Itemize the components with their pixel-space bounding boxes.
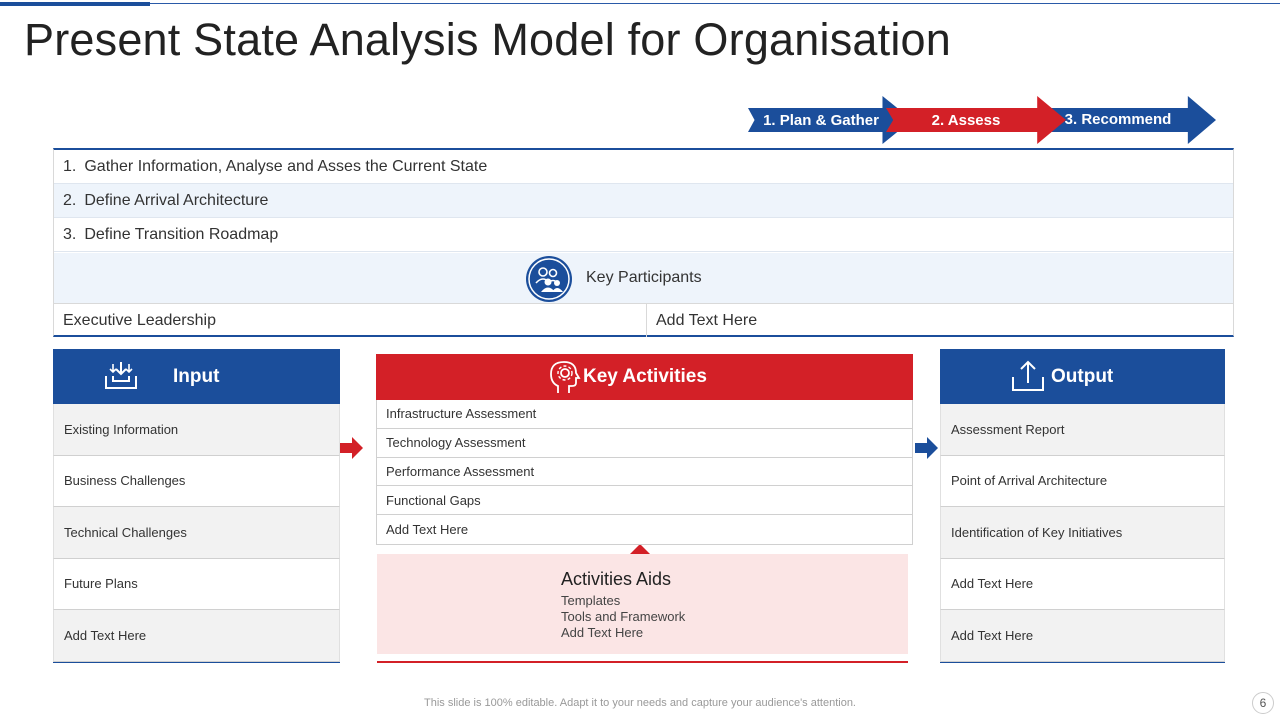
scope-row: 1. Gather Information, Analyse and Asses… bbox=[54, 150, 1233, 184]
inbox-download-icon bbox=[103, 360, 139, 397]
input-list: Existing Information Business Challenges… bbox=[53, 404, 340, 662]
key-activities-heading: Key Activities bbox=[583, 366, 707, 387]
output-header: Output bbox=[940, 349, 1225, 404]
list-item: Technical Challenges bbox=[53, 507, 340, 559]
key-activities-header: Key Activities bbox=[376, 354, 913, 400]
scope-row-text: Define Transition Roadmap bbox=[84, 225, 279, 243]
activities-aids-box: Activities Aids Templates Tools and Fram… bbox=[377, 554, 908, 654]
list-item: Assessment Report bbox=[940, 404, 1225, 456]
list-item: Technology Assessment bbox=[377, 429, 912, 458]
aids-underline bbox=[377, 661, 908, 663]
arrow-right-red-icon bbox=[340, 437, 364, 464]
footer-note: This slide is 100% editable. Adapt it to… bbox=[424, 697, 856, 709]
list-item: Performance Assessment bbox=[377, 458, 912, 487]
head-gear-icon bbox=[548, 359, 582, 400]
phase-assess: 2. Assess bbox=[886, 96, 1066, 144]
activities-aids-title: Activities Aids bbox=[561, 569, 672, 589]
list-item: Add Text Here bbox=[386, 522, 469, 538]
team-icon bbox=[526, 256, 572, 302]
list-item: Identification of Key Initiatives bbox=[940, 507, 1225, 559]
input-header: Input bbox=[53, 349, 340, 404]
scope-row: 3. Define Transition Roadmap bbox=[54, 218, 1233, 252]
top-rule bbox=[0, 3, 1280, 4]
page-title: Present State Analysis Model for Organis… bbox=[24, 14, 951, 65]
participant-cell: Add Text Here bbox=[656, 311, 758, 329]
phase-recommend: 3. Recommend bbox=[1040, 96, 1216, 144]
phase-plan-gather: 1. Plan & Gather bbox=[748, 96, 912, 144]
aids-line: Templates bbox=[561, 593, 621, 608]
list-item: Add Text Here bbox=[53, 610, 340, 662]
scope-row-text: Gather Information, Analyse and Asses th… bbox=[84, 157, 488, 175]
scope-row-number: 1. bbox=[63, 157, 77, 175]
key-participants-label: Key Participants bbox=[586, 269, 702, 286]
page-number: 6 bbox=[1252, 692, 1274, 714]
scope-row-number: 2. bbox=[63, 191, 77, 209]
list-item: Future Plans bbox=[53, 558, 340, 610]
scope-row-number: 3. bbox=[63, 225, 77, 243]
participant-cell: Executive Leadership bbox=[54, 304, 647, 337]
output-heading: Output bbox=[1051, 366, 1114, 387]
scope-table: 1. Gather Information, Analyse and Asses… bbox=[53, 148, 1234, 337]
input-heading: Input bbox=[173, 366, 220, 387]
list-item: Point of Arrival Architecture bbox=[940, 455, 1225, 507]
arrow-right-blue-icon bbox=[915, 437, 939, 464]
phase-label: 1. Plan & Gather bbox=[763, 111, 879, 129]
phase-label: 3. Recommend bbox=[1064, 110, 1172, 128]
upload-tray-icon bbox=[1010, 359, 1046, 398]
top-accent-bar bbox=[0, 2, 150, 6]
list-item: Business Challenges bbox=[53, 455, 340, 507]
list-item: Functional Gaps bbox=[377, 486, 912, 516]
key-activities-list: Infrastructure Assessment Technology Ass… bbox=[376, 400, 913, 545]
list-item: Infrastructure Assessment bbox=[377, 400, 912, 429]
list-item: Add Text Here bbox=[940, 558, 1225, 610]
output-list: Assessment Report Point of Arrival Archi… bbox=[940, 404, 1225, 662]
input-panel: Input Existing Information Business Chal… bbox=[53, 349, 340, 663]
key-participants-band: Key Participants bbox=[54, 253, 1233, 304]
scope-row-text: Define Arrival Architecture bbox=[84, 191, 269, 209]
scope-row: 2. Define Arrival Architecture bbox=[54, 184, 1233, 218]
aids-line: Tools and Framework bbox=[561, 609, 686, 624]
output-panel: Output Assessment Report Point of Arriva… bbox=[940, 349, 1225, 663]
phase-label: 2. Assess bbox=[931, 111, 1001, 129]
aids-line: Add Text Here bbox=[561, 625, 644, 640]
list-item: Add Text Here bbox=[940, 610, 1225, 662]
list-item: Existing Information bbox=[53, 404, 340, 456]
